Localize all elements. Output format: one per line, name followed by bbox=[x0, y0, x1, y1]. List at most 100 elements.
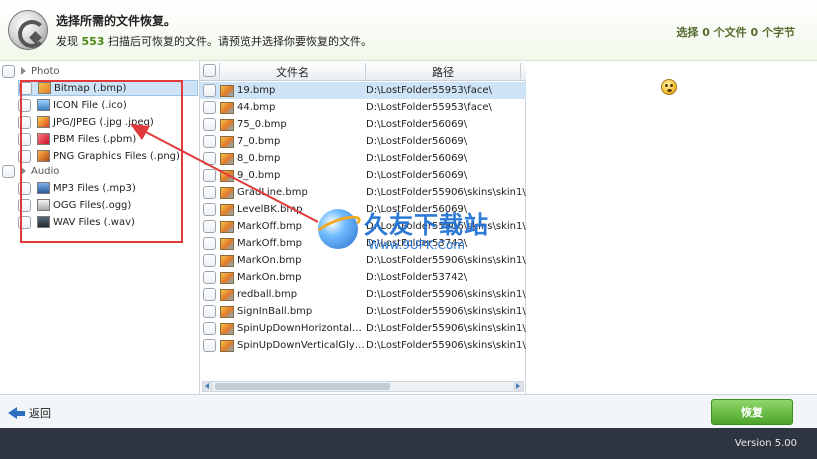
file-row[interactable]: redball.bmp D:\LostFolder55906\skins\skin… bbox=[200, 286, 526, 303]
scroll-left-button[interactable] bbox=[203, 382, 213, 391]
file-row[interactable]: 8_0.bmp D:\LostFolder56069\ bbox=[200, 150, 526, 167]
column-header-name[interactable]: 文件名 bbox=[276, 64, 309, 80]
bitmap-file-icon bbox=[220, 118, 234, 131]
scroll-right-button[interactable] bbox=[513, 382, 523, 391]
bitmap-file-icon bbox=[220, 237, 234, 250]
bitmap-file-icon bbox=[220, 152, 234, 165]
bitmap-file-icon bbox=[220, 305, 234, 318]
file-name: SpinUpDownVerticalGlyph.bmp bbox=[237, 340, 367, 351]
category-label: Photo bbox=[31, 65, 60, 77]
bitmap-file-icon bbox=[220, 186, 234, 199]
category-checkbox[interactable] bbox=[2, 64, 15, 78]
expand-triangle-icon[interactable] bbox=[21, 67, 26, 75]
tree-category-photo[interactable]: Photo bbox=[2, 63, 60, 79]
row-checkbox[interactable] bbox=[203, 237, 216, 250]
file-name: 7_0.bmp bbox=[237, 136, 281, 147]
watermark-title: 久友下载站 bbox=[364, 211, 489, 239]
action-bar: 返回 恢复 bbox=[0, 394, 817, 428]
bitmap-file-icon bbox=[220, 322, 234, 335]
file-name: redball.bmp bbox=[237, 289, 298, 300]
file-row[interactable]: SignInBall.bmp D:\LostFolder55906\skins\s… bbox=[200, 303, 526, 320]
watermark: 久友下载站 Www.9UPK.Com bbox=[312, 205, 528, 265]
file-name: SignInBall.bmp bbox=[237, 306, 313, 317]
arrow-right-icon bbox=[516, 383, 520, 389]
recovery-logo-icon bbox=[8, 10, 48, 50]
preview-panel bbox=[527, 61, 817, 394]
file-path: D:\LostFolder55906\skins\skin1\ bbox=[366, 323, 526, 334]
scroll-thumb[interactable] bbox=[215, 383, 390, 390]
bitmap-file-icon bbox=[220, 169, 234, 182]
file-name: GradLine.bmp bbox=[237, 187, 308, 198]
row-checkbox[interactable] bbox=[203, 339, 216, 352]
row-checkbox[interactable] bbox=[203, 203, 216, 216]
file-path: D:\LostFolder55906\skins\skin1\ bbox=[366, 340, 526, 351]
header-divider bbox=[520, 63, 521, 79]
row-checkbox[interactable] bbox=[203, 322, 216, 335]
bitmap-file-icon bbox=[220, 220, 234, 233]
file-path: D:\LostFolder55906\skins\skin1\ bbox=[366, 187, 526, 198]
version-label: Version 5.00 bbox=[734, 438, 797, 449]
bitmap-file-icon bbox=[220, 339, 234, 352]
row-checkbox[interactable] bbox=[203, 84, 216, 97]
back-arrow-icon bbox=[8, 407, 17, 419]
file-row[interactable]: GradLine.bmp D:\LostFolder55906\skins\ski… bbox=[200, 184, 526, 201]
row-checkbox[interactable] bbox=[203, 101, 216, 114]
file-path: D:\LostFolder53742\ bbox=[366, 272, 468, 283]
file-path: D:\LostFolder55906\skins\skin1\ bbox=[366, 289, 526, 300]
back-arrow-shaft bbox=[17, 410, 25, 416]
scan-summary: 发现 553 扫描后可恢复的文件。请预览并选择你要恢复的文件。 bbox=[56, 33, 372, 49]
file-path: D:\LostFolder55906\skins\skin1\ bbox=[366, 306, 526, 317]
bitmap-file-icon bbox=[220, 203, 234, 216]
back-label: 返回 bbox=[29, 407, 51, 420]
column-header-path[interactable]: 路径 bbox=[432, 64, 454, 80]
file-name: 8_0.bmp bbox=[237, 153, 281, 164]
file-row[interactable]: SpinUpDownHorizontalGlyph.b...D:\LostFol… bbox=[200, 320, 526, 337]
header-divider bbox=[219, 63, 220, 79]
file-name: 75_0.bmp bbox=[237, 119, 287, 130]
scan-summary-suffix: 扫描后可恢复的文件。请预览并选择你要恢复的文件。 bbox=[107, 35, 372, 48]
file-row[interactable]: MarkOn.bmp D:\LostFolder53742\ bbox=[200, 269, 526, 286]
bitmap-file-icon bbox=[220, 84, 234, 97]
file-name: SpinUpDownHorizontalGlyph.b... bbox=[237, 323, 367, 334]
recover-button[interactable]: 恢复 bbox=[711, 399, 793, 425]
row-checkbox[interactable] bbox=[203, 254, 216, 267]
row-checkbox[interactable] bbox=[203, 288, 216, 301]
back-button[interactable]: 返回 bbox=[8, 405, 51, 421]
file-path: D:\LostFolder55953\face\ bbox=[366, 102, 492, 113]
bitmap-file-icon bbox=[220, 135, 234, 148]
file-path: D:\LostFolder56069\ bbox=[366, 119, 468, 130]
file-path: D:\LostFolder56069\ bbox=[366, 153, 468, 164]
row-checkbox[interactable] bbox=[203, 152, 216, 165]
row-checkbox[interactable] bbox=[203, 220, 216, 233]
file-row[interactable]: 19.bmp D:\LostFolder55953\face\ bbox=[200, 82, 526, 99]
header-divider bbox=[365, 63, 366, 79]
status-bar: Version 5.00 bbox=[0, 428, 817, 459]
bitmap-file-icon bbox=[220, 288, 234, 301]
arrow-left-icon bbox=[205, 383, 209, 389]
file-row[interactable]: 75_0.bmp D:\LostFolder56069\ bbox=[200, 116, 526, 133]
file-list-header: 文件名 路径 bbox=[200, 61, 526, 81]
horizontal-scrollbar[interactable] bbox=[202, 381, 524, 392]
category-tree: Photo Bitmap (.bmp) ICON File (.ico) JPG… bbox=[0, 61, 200, 394]
row-checkbox[interactable] bbox=[203, 135, 216, 148]
file-row[interactable]: 44.bmp D:\LostFolder55953\face\ bbox=[200, 99, 526, 116]
file-name: 9_0.bmp bbox=[237, 170, 281, 181]
row-checkbox[interactable] bbox=[203, 118, 216, 131]
row-checkbox[interactable] bbox=[203, 169, 216, 182]
file-name: 44.bmp bbox=[237, 102, 276, 113]
file-row[interactable]: 9_0.bmp D:\LostFolder56069\ bbox=[200, 167, 526, 184]
category-checkbox[interactable] bbox=[2, 164, 15, 178]
file-path: D:\LostFolder56069\ bbox=[366, 136, 468, 147]
file-path: D:\LostFolder56069\ bbox=[366, 170, 468, 181]
row-checkbox[interactable] bbox=[203, 271, 216, 284]
row-checkbox[interactable] bbox=[203, 186, 216, 199]
found-count: 553 bbox=[81, 35, 105, 48]
select-all-checkbox[interactable] bbox=[203, 64, 216, 77]
selection-summary: 选择 0 个文件 0 个字节 bbox=[676, 26, 795, 39]
file-row[interactable]: 7_0.bmp D:\LostFolder56069\ bbox=[200, 133, 526, 150]
annotation-highlight-box bbox=[20, 80, 183, 243]
watermark-url: Www.9UPK.Com bbox=[368, 238, 465, 252]
bitmap-file-icon bbox=[220, 271, 234, 284]
row-checkbox[interactable] bbox=[203, 305, 216, 318]
file-row[interactable]: SpinUpDownVerticalGlyph.bmpD:\LostFolder… bbox=[200, 337, 526, 354]
